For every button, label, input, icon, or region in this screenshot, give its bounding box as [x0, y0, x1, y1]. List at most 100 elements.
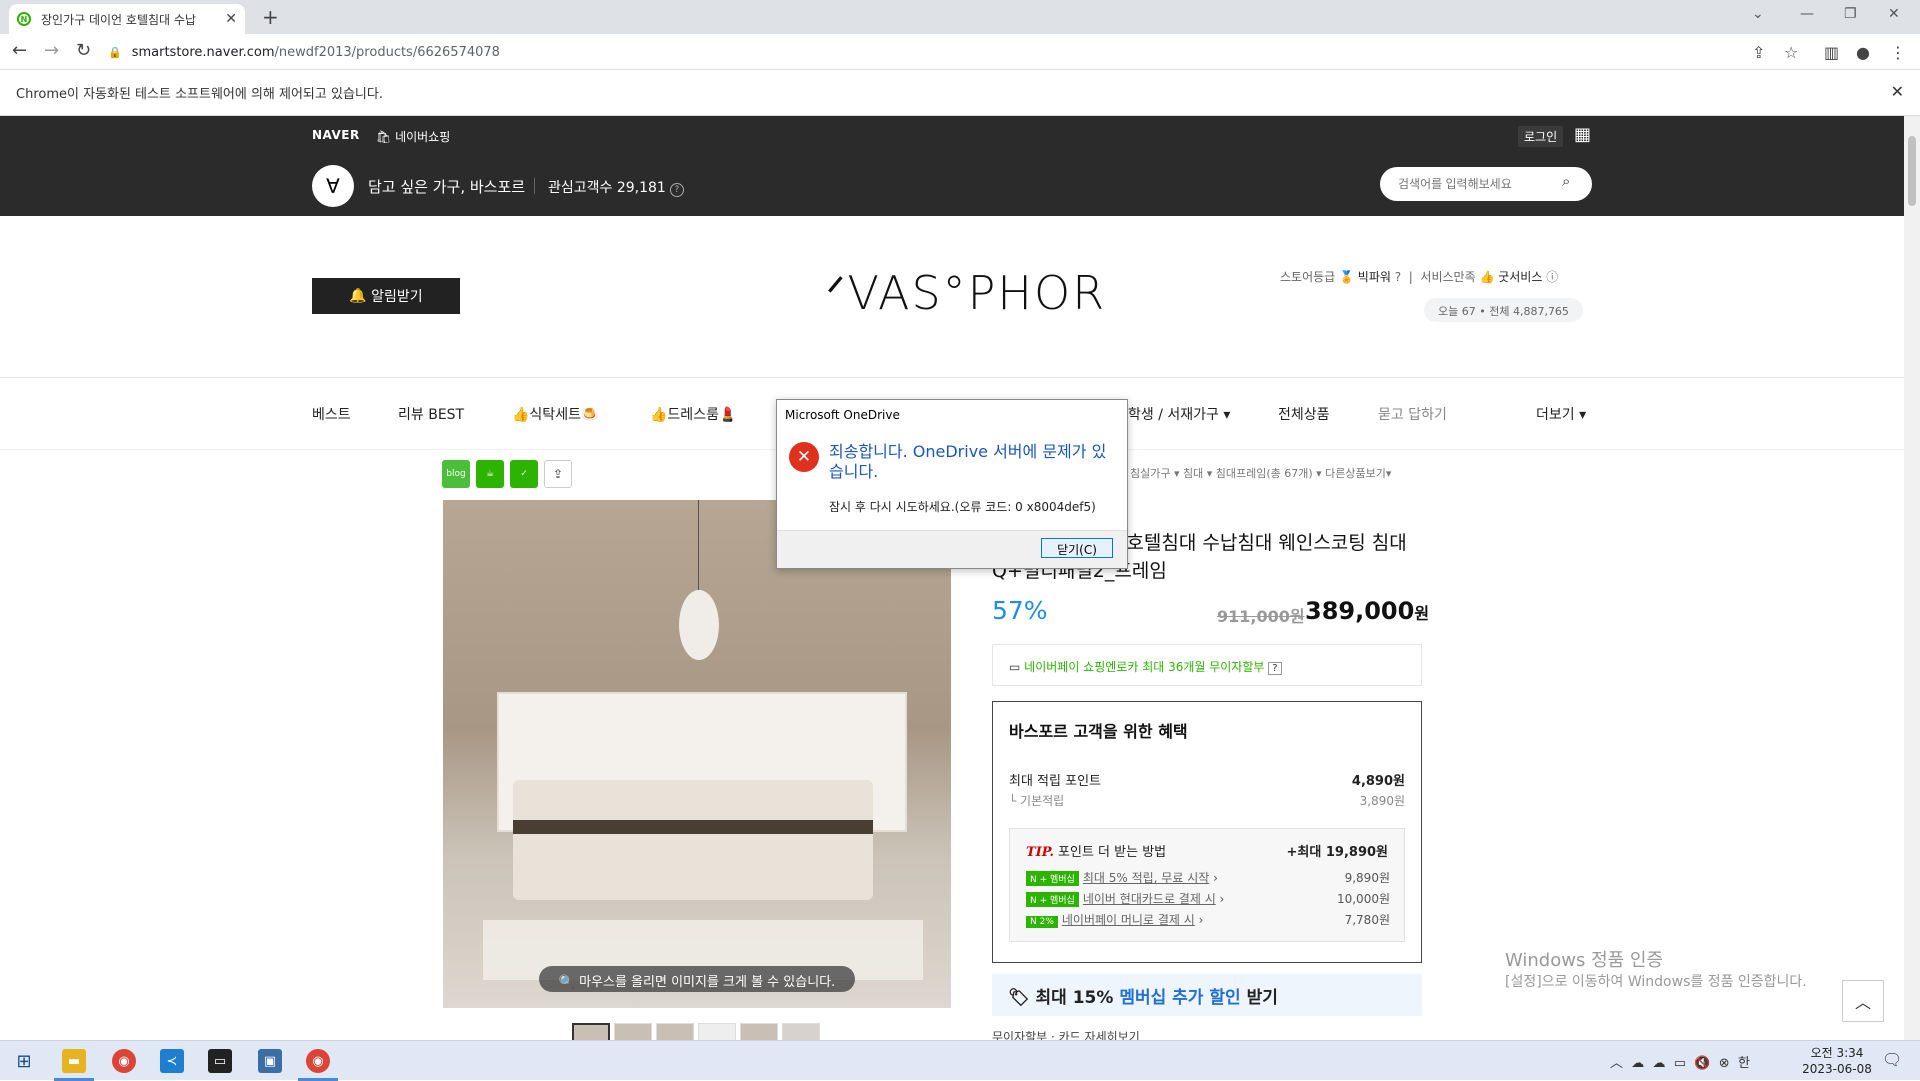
- new-tab-icon[interactable]: +: [262, 5, 279, 29]
- restore-icon[interactable]: ❐: [1844, 6, 1857, 22]
- activation-watermark-title: Windows 정품 인증: [1505, 950, 1664, 971]
- tip-heading: TIP. 포인트 더 받는 방법: [1026, 841, 1166, 860]
- scrollbar-thumb[interactable]: [1908, 136, 1916, 206]
- search-icon[interactable]: ⌕: [1562, 172, 1570, 190]
- thumbnail[interactable]: [698, 1023, 736, 1040]
- category-review-best[interactable]: 리뷰 BEST: [398, 404, 464, 424]
- share-icon[interactable]: ⇪: [544, 460, 572, 488]
- tip-amount: 10,000원: [1336, 892, 1390, 906]
- naver-logo[interactable]: NAVER: [312, 128, 360, 142]
- bookmark-share-icon[interactable]: ✓: [510, 460, 538, 488]
- category-dining-set[interactable]: 👍식탁세트🍮: [512, 404, 598, 424]
- tip-prefix: TIP.: [1026, 845, 1054, 860]
- notification-icon[interactable]: 🗨: [1882, 1050, 1902, 1069]
- banner-suffix: 받기: [1240, 988, 1278, 1008]
- tip-text: 네이버 현대카드로 결제 시: [1082, 892, 1216, 906]
- tip-label: 포인트 더 받는 방법: [1058, 845, 1167, 860]
- tip-box: TIP. 포인트 더 받는 방법 +최대 19,890원 N + 멤버십 최대 5…: [1009, 828, 1405, 942]
- service-help-icon[interactable]: ⓘ: [1546, 270, 1558, 284]
- dialog-close-button[interactable]: 닫기(C): [1041, 538, 1113, 558]
- profile-icon[interactable]: ●: [1856, 43, 1870, 62]
- bookmark-star-icon[interactable]: ☆: [1784, 43, 1798, 62]
- tip-value: +최대 19,890원: [1286, 845, 1388, 860]
- apps-grid-icon[interactable]: ▦: [1574, 124, 1591, 145]
- category-dressroom[interactable]: 👍드레스룸💄: [650, 404, 736, 424]
- side-panel-icon[interactable]: ▥: [1824, 43, 1839, 62]
- thumbnail[interactable]: [782, 1023, 820, 1040]
- close-tab-icon[interactable]: ✕: [225, 11, 237, 27]
- help-icon[interactable]: ?: [669, 183, 684, 197]
- store-name[interactable]: 담고 싶은 가구, 바스포르: [368, 176, 525, 197]
- membership-badge: N + 멤버십: [1026, 871, 1079, 886]
- base-point-row: └ 기본적립 3,890원: [1009, 794, 1405, 808]
- chrome-icon[interactable]: ◉: [112, 1049, 136, 1073]
- installment-info[interactable]: ▭ 네이버페이 쇼핑엔로카 최대 36개월 무이자할부 ?: [992, 644, 1422, 686]
- alarm-label: 알림받기: [371, 289, 423, 305]
- minimize-icon[interactable]: —: [1800, 6, 1814, 22]
- browser-tab[interactable]: N 장인가구 데이언 호텔침대 수납 ✕: [9, 4, 245, 34]
- breadcrumb[interactable]: 침실가구 ▾ 침대 ▾ 침대프레임(총 67개) ▾ 다른상품보기▾: [1130, 465, 1391, 481]
- blog-share-icon[interactable]: blog: [442, 460, 470, 488]
- category-more[interactable]: 더보기 ▾: [1536, 404, 1586, 424]
- chrome-menu-icon[interactable]: ⋮: [1890, 43, 1906, 62]
- category-more-label: 더보기: [1536, 407, 1575, 423]
- forward-icon[interactable]: →: [44, 40, 59, 61]
- category-qna[interactable]: 묻고 답하기: [1378, 404, 1447, 424]
- thumbnail[interactable]: [614, 1023, 652, 1040]
- python-editor-icon[interactable]: ▣: [258, 1049, 282, 1073]
- grade-help-icon[interactable]: ?: [1395, 270, 1401, 284]
- vscode-icon[interactable]: ≺: [160, 1049, 184, 1073]
- back-icon[interactable]: ←: [12, 40, 27, 61]
- npay-badge: N 2%: [1026, 916, 1058, 928]
- ime-indicator[interactable]: 한: [1738, 1056, 1750, 1071]
- url-omnibox[interactable]: 🔒 smartstore.naver.com/newdf2013/product…: [108, 39, 1788, 65]
- alarm-subscribe-button[interactable]: 🔔 알림받기: [312, 278, 460, 314]
- membership-badge: N + 멤버십: [1026, 892, 1079, 907]
- thumbnail[interactable]: [740, 1023, 778, 1040]
- category-study-label: 학생 / 서재가구: [1128, 407, 1219, 423]
- address-bar-row: ← → ↻ 🔒 smartstore.naver.com/newdf2013/p…: [0, 34, 1920, 70]
- share-page-icon[interactable]: ⇪: [1752, 43, 1765, 62]
- tip-row[interactable]: N 2% 네이버페이 머니로 결제 시 › 7,780원: [1026, 911, 1390, 928]
- system-tray[interactable]: ︿ ☁ ☁ ▭ 🔇 ⊗ 한: [1610, 1052, 1750, 1071]
- installment-detail-link[interactable]: 무이자할부 · 카드 자세히보기: [992, 1028, 1140, 1040]
- tab-search-icon[interactable]: ⌄: [1752, 6, 1764, 22]
- pendant-lamp: [679, 590, 719, 660]
- reload-icon[interactable]: ↻: [76, 40, 91, 61]
- installment-help-icon[interactable]: ?: [1268, 662, 1282, 675]
- category-all[interactable]: 전체상품: [1278, 404, 1330, 424]
- brand-logo[interactable]: ᐟVAS°PHOR: [826, 266, 1106, 320]
- card-icon: ▭: [1009, 660, 1021, 674]
- discount-rate: 57%: [992, 596, 1048, 625]
- url-path: /newdf2013/products/6626574078: [274, 44, 500, 60]
- product-image[interactable]: 🔍 마우스를 올리면 이미지를 크게 볼 수 있습니다.: [443, 500, 951, 1008]
- installment-text: 네이버페이 쇼핑엔로카 최대 36개월 무이자할부: [1024, 660, 1265, 674]
- tip-amount: 9,890원: [1344, 871, 1390, 885]
- close-window-icon[interactable]: ✕: [1888, 6, 1900, 22]
- category-study[interactable]: 학생 / 서재가구 ▾: [1128, 404, 1230, 424]
- thumbnail[interactable]: [656, 1023, 694, 1040]
- category-best[interactable]: 베스트: [312, 404, 351, 424]
- automation-infobar: Chrome이 자동화된 테스트 소프트웨어에 의해 제어되고 있습니다. ✕: [0, 70, 1920, 116]
- naver-shopping-link[interactable]: 🛍 네이버쇼핑: [376, 128, 450, 145]
- tip-row[interactable]: N + 멤버십 네이버 현대카드로 결제 시 › 10,000원: [1026, 890, 1390, 907]
- naver-shopping-label: 네이버쇼핑: [395, 130, 451, 144]
- start-icon[interactable]: ⊞: [12, 1049, 36, 1073]
- store-logo-icon[interactable]: ∀: [312, 165, 354, 207]
- page-scrollbar[interactable]: [1904, 116, 1920, 1040]
- grade-label: 스토어등급: [1280, 270, 1336, 284]
- scroll-top-icon[interactable]: ︿: [1842, 980, 1884, 1022]
- membership-banner[interactable]: 🏷 최대 15% 멤버십 추가 할인 받기: [992, 974, 1422, 1016]
- thumbnail[interactable]: [572, 1023, 610, 1040]
- fans-count: 관심고객수 29,181: [548, 180, 666, 196]
- infobar-close-icon[interactable]: ✕: [1891, 82, 1904, 101]
- store-search-input[interactable]: [1380, 167, 1592, 201]
- terminal-icon[interactable]: ▭: [208, 1049, 232, 1073]
- file-explorer-icon[interactable]: ▬: [62, 1049, 86, 1073]
- cafe-share-icon[interactable]: ☕: [476, 460, 504, 488]
- banner-highlight: 멤버십 추가 할인: [1119, 988, 1241, 1008]
- login-button[interactable]: 로그인: [1518, 126, 1564, 147]
- clock[interactable]: 오전 3:34 2023-06-08: [1792, 1045, 1882, 1077]
- chrome-active-icon[interactable]: ◉: [306, 1049, 330, 1073]
- tip-row[interactable]: N + 멤버십 최대 5% 적립, 무료 시작 › 9,890원: [1026, 869, 1390, 886]
